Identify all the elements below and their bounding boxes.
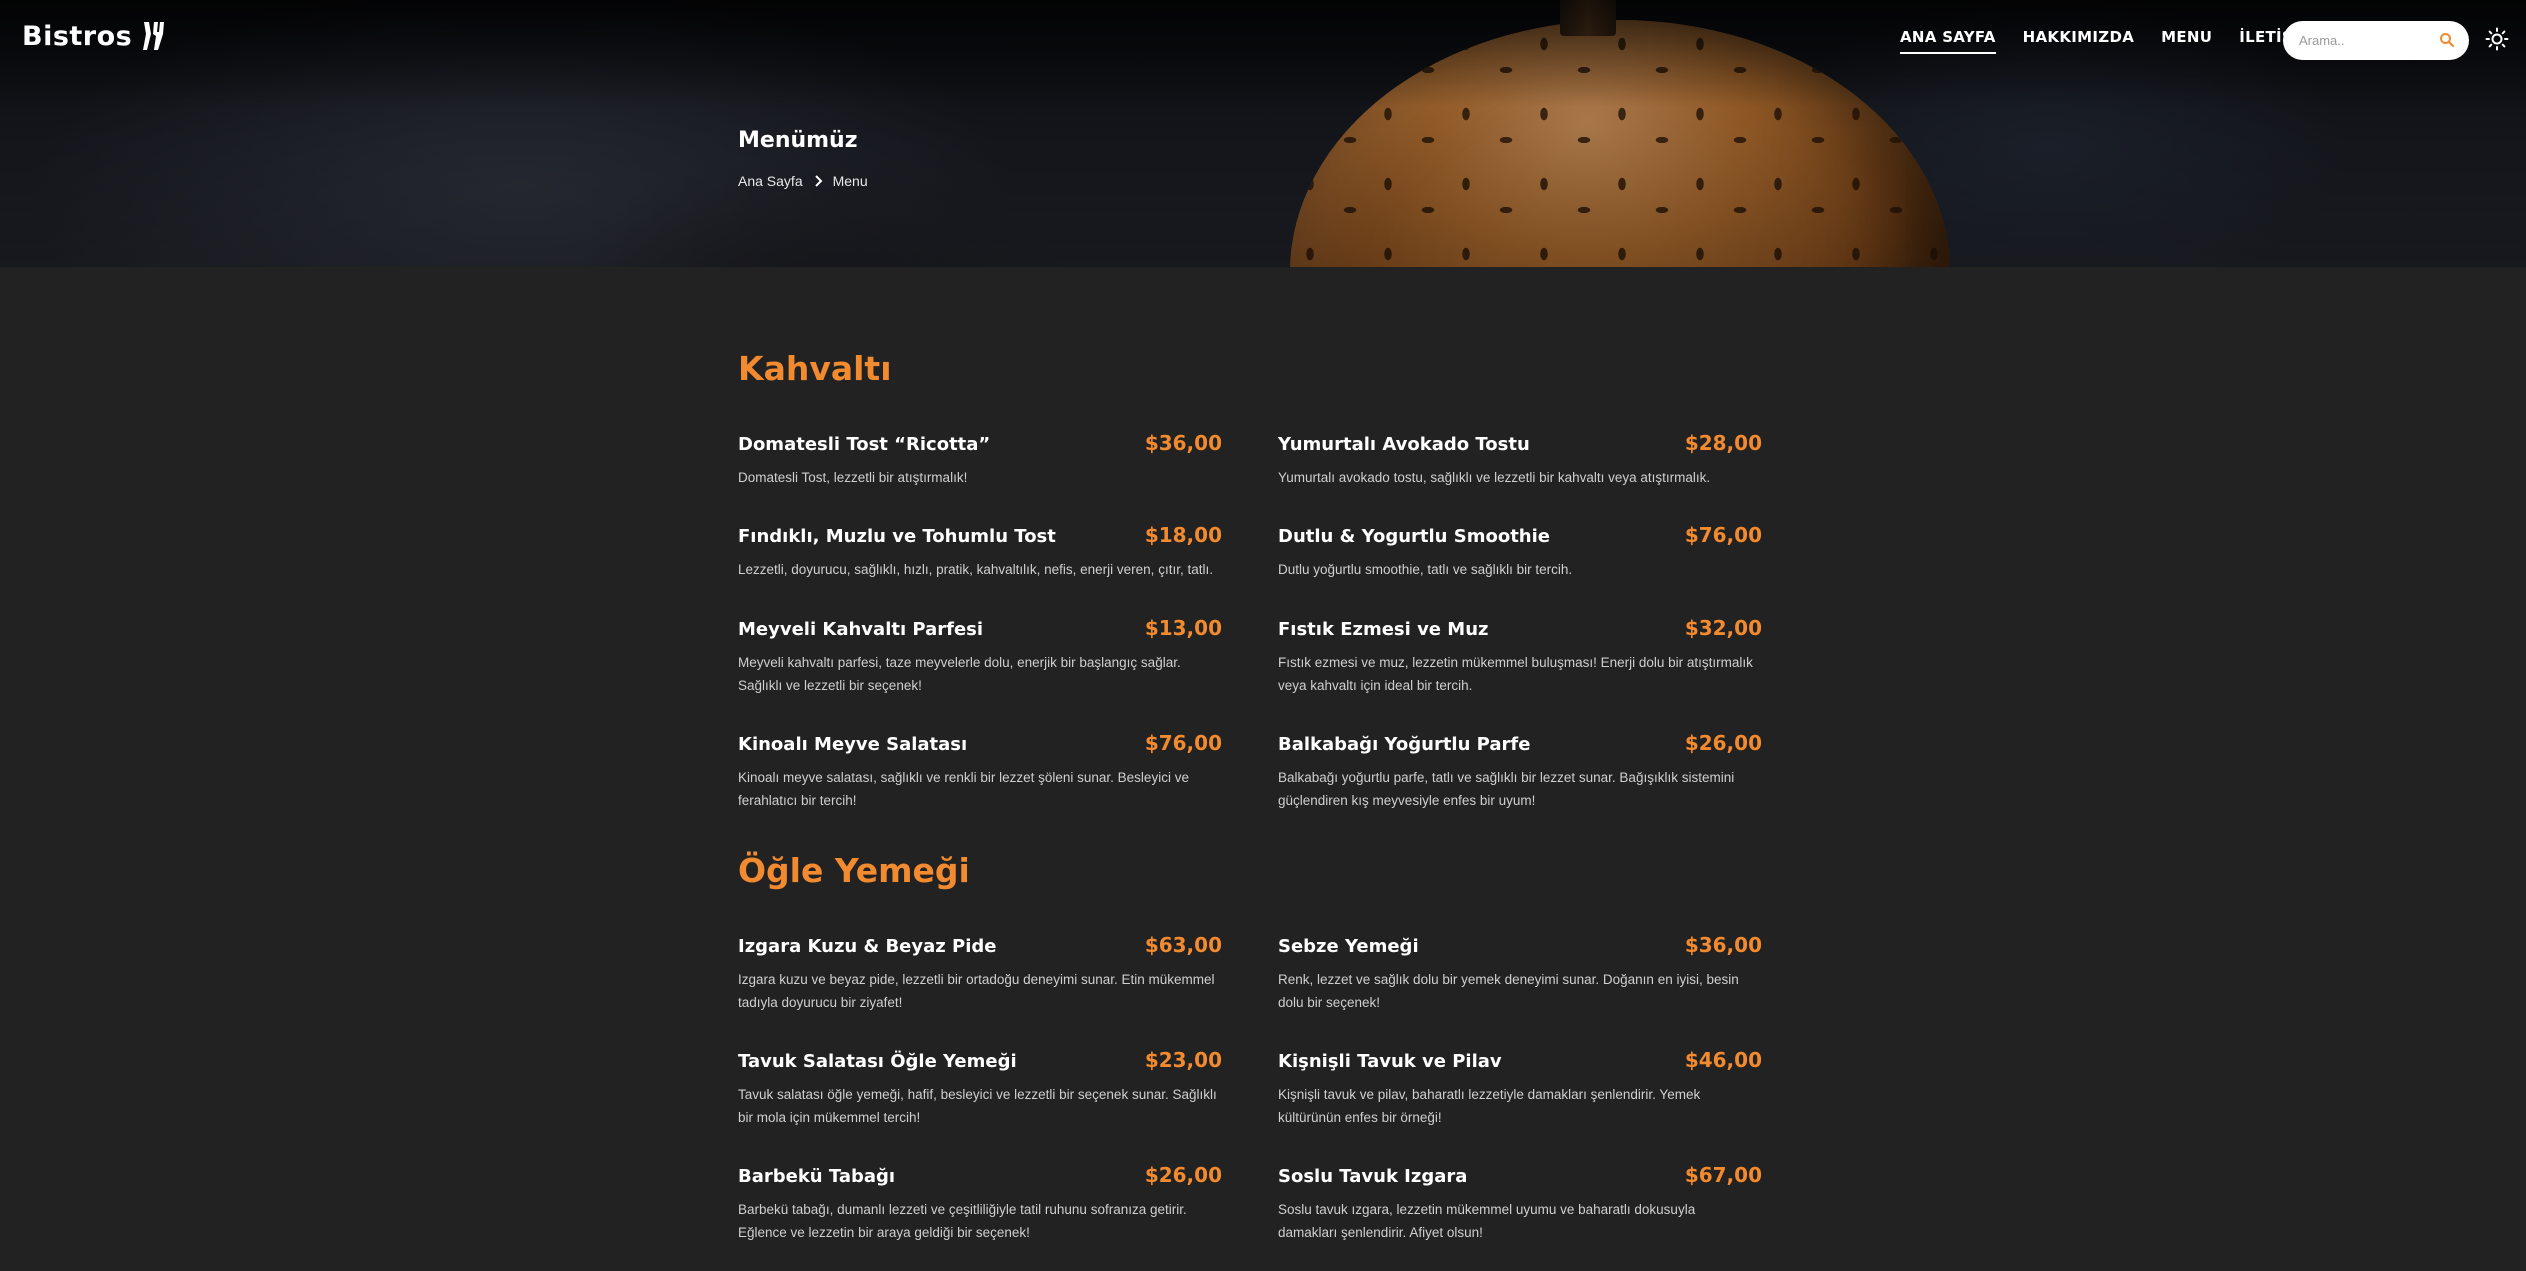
menu-item-price: $23,00 bbox=[1144, 1048, 1222, 1072]
menu-item: Sebze Yemeği $36,00 Renk, lezzet ve sağlı… bbox=[1278, 933, 1762, 1014]
menu-item-price: $76,00 bbox=[1144, 731, 1222, 755]
logo-text: Bistros bbox=[22, 20, 133, 52]
menu-item-price: $28,00 bbox=[1684, 431, 1762, 455]
menu-item-name: Fındıklı, Muzlu ve Tohumlu Tost bbox=[738, 526, 1056, 547]
section-title-lunch: Öğle Yemeği bbox=[738, 851, 970, 890]
cutlery-icon bbox=[143, 22, 165, 50]
menu-item: Barbekü Tabağı $26,00 Barbekü tabağı, dum… bbox=[738, 1163, 1222, 1244]
menu-item-description: Fıstık ezmesi ve muz, lezzetin mükemmel … bbox=[1278, 655, 1753, 693]
menu-item: Soslu Tavuk Izgara $67,00 Soslu tavuk ızg… bbox=[1278, 1163, 1762, 1244]
menu-item-description: Tavuk salatası öğle yemeği, hafif, besle… bbox=[738, 1087, 1217, 1125]
chevron-right-icon bbox=[814, 175, 823, 187]
menu-item: Tavuk Salatası Öğle Yemeği $23,00 Tavuk s… bbox=[738, 1048, 1222, 1129]
menu-item-price: $63,00 bbox=[1144, 933, 1222, 957]
menu-item-name: Fıstık Ezmesi ve Muz bbox=[1278, 619, 1489, 640]
menu-item: Fındıklı, Muzlu ve Tohumlu Tost $18,00 Le… bbox=[738, 523, 1222, 581]
menu-item-name: Izgara Kuzu & Beyaz Pide bbox=[738, 936, 997, 957]
menu-item-description: Renk, lezzet ve sağlık dolu bir yemek de… bbox=[1278, 972, 1739, 1010]
menu-item-name: Yumurtalı Avokado Tostu bbox=[1278, 434, 1530, 455]
menu-item-name: Dutlu & Yogurtlu Smoothie bbox=[1278, 526, 1551, 547]
menu-item-name: Meyveli Kahvaltı Parfesi bbox=[738, 619, 984, 640]
menu-item-name: Soslu Tavuk Izgara bbox=[1278, 1166, 1468, 1187]
menu-item-description: Soslu tavuk ızgara, lezzetin mükemmel uy… bbox=[1278, 1202, 1696, 1240]
menu-item: Izgara Kuzu & Beyaz Pide $63,00 Izgara ku… bbox=[738, 933, 1222, 1014]
menu-item-name: Tavuk Salatası Öğle Yemeği bbox=[738, 1051, 1017, 1072]
nav-link-about[interactable]: HAKKIMIZDA bbox=[2023, 28, 2134, 54]
menu-item-description: Lezzetli, doyurucu, sağlıklı, hızlı, pra… bbox=[738, 562, 1213, 577]
menu-item-price: $26,00 bbox=[1144, 1163, 1222, 1187]
menu-item: Kişnişli Tavuk ve Pilav $46,00 Kişnişli t… bbox=[1278, 1048, 1762, 1129]
menu-item: Kinoalı Meyve Salatası $76,00 Kinoalı mey… bbox=[738, 731, 1222, 812]
menu-item: Dutlu & Yogurtlu Smoothie $76,00 Dutlu yo… bbox=[1278, 523, 1762, 581]
menu-item: Meyveli Kahvaltı Parfesi $13,00 Meyveli k… bbox=[738, 616, 1222, 697]
menu-item: Balkabağı Yoğurtlu Parfe $26,00 Balkabağı… bbox=[1278, 731, 1762, 812]
menu-item-price: $46,00 bbox=[1684, 1048, 1762, 1072]
menu-item-price: $76,00 bbox=[1684, 523, 1762, 547]
menu-item-price: $67,00 bbox=[1684, 1163, 1762, 1187]
menu-item-price: $13,00 bbox=[1144, 616, 1222, 640]
menu-item-description: Meyveli kahvaltı parfesi, taze meyvelerl… bbox=[738, 655, 1181, 693]
breadcrumb-home-link[interactable]: Ana Sayfa bbox=[738, 173, 803, 189]
nav-link-home[interactable]: ANA SAYFA bbox=[1900, 28, 1996, 54]
menu-item-price: $36,00 bbox=[1144, 431, 1222, 455]
breadcrumb-current: Menu bbox=[832, 173, 868, 189]
page-title: Menümüz bbox=[738, 128, 858, 153]
menu-item-description: Dutlu yoğurtlu smoothie, tatlı ve sağlık… bbox=[1278, 562, 1573, 577]
menu-item-description: Balkabağı yoğurtlu parfe, tatlı ve sağlı… bbox=[1278, 770, 1735, 808]
navbar: Bistros ANA SAYFA HAKKIMIZDA MENU İLETİŞ… bbox=[0, 0, 2526, 78]
menu-item-description: Izgara kuzu ve beyaz pide, lezzetli bir … bbox=[738, 972, 1215, 1010]
search-box bbox=[2283, 21, 2469, 60]
menu-item-name: Balkabağı Yoğurtlu Parfe bbox=[1278, 734, 1531, 755]
section-title-breakfast: Kahvaltı bbox=[738, 349, 892, 388]
menu-item-price: $18,00 bbox=[1144, 523, 1222, 547]
menu-item-price: $36,00 bbox=[1684, 933, 1762, 957]
menu-item-name: Barbekü Tabağı bbox=[738, 1166, 896, 1187]
nav-link-menu[interactable]: MENU bbox=[2161, 28, 2212, 54]
menu-item-name: Kişnişli Tavuk ve Pilav bbox=[1278, 1051, 1502, 1072]
menu-item-description: Kişnişli tavuk ve pilav, baharatlı lezze… bbox=[1278, 1087, 1701, 1125]
menu-item: Fıstık Ezmesi ve Muz $32,00 Fıstık ezmesi… bbox=[1278, 616, 1762, 697]
menu-item-description: Yumurtalı avokado tostu, sağlıklı ve lez… bbox=[1278, 470, 1711, 485]
menu-item: Yumurtalı Avokado Tostu $28,00 Yumurtalı … bbox=[1278, 431, 1762, 489]
menu-item-description: Domatesli Tost, lezzetli bir atıştırmalı… bbox=[738, 470, 968, 485]
menu-item: Domatesli Tost “Ricotta” $36,00 Domatesli… bbox=[738, 431, 1222, 489]
menu-item-price: $32,00 bbox=[1684, 616, 1762, 640]
menu-item-name: Kinoalı Meyve Salatası bbox=[738, 734, 968, 755]
menu-item-price: $26,00 bbox=[1684, 731, 1762, 755]
main-menu: ANA SAYFA HAKKIMIZDA MENU İLETİŞİM bbox=[1900, 28, 2314, 54]
search-input[interactable] bbox=[2297, 32, 2441, 49]
menu-item-description: Barbekü tabağı, dumanlı lezzeti ve çeşit… bbox=[738, 1202, 1187, 1240]
sun-icon[interactable] bbox=[2485, 27, 2509, 51]
breadcrumb: Ana Sayfa Menu bbox=[738, 173, 868, 189]
menu-item-name: Domatesli Tost “Ricotta” bbox=[738, 434, 991, 455]
logo[interactable]: Bistros bbox=[22, 18, 174, 54]
search-icon[interactable] bbox=[2439, 32, 2455, 48]
menu-item-name: Sebze Yemeği bbox=[1278, 936, 1419, 957]
menu-item-description: Kinoalı meyve salatası, sağlıklı ve renk… bbox=[738, 770, 1189, 808]
